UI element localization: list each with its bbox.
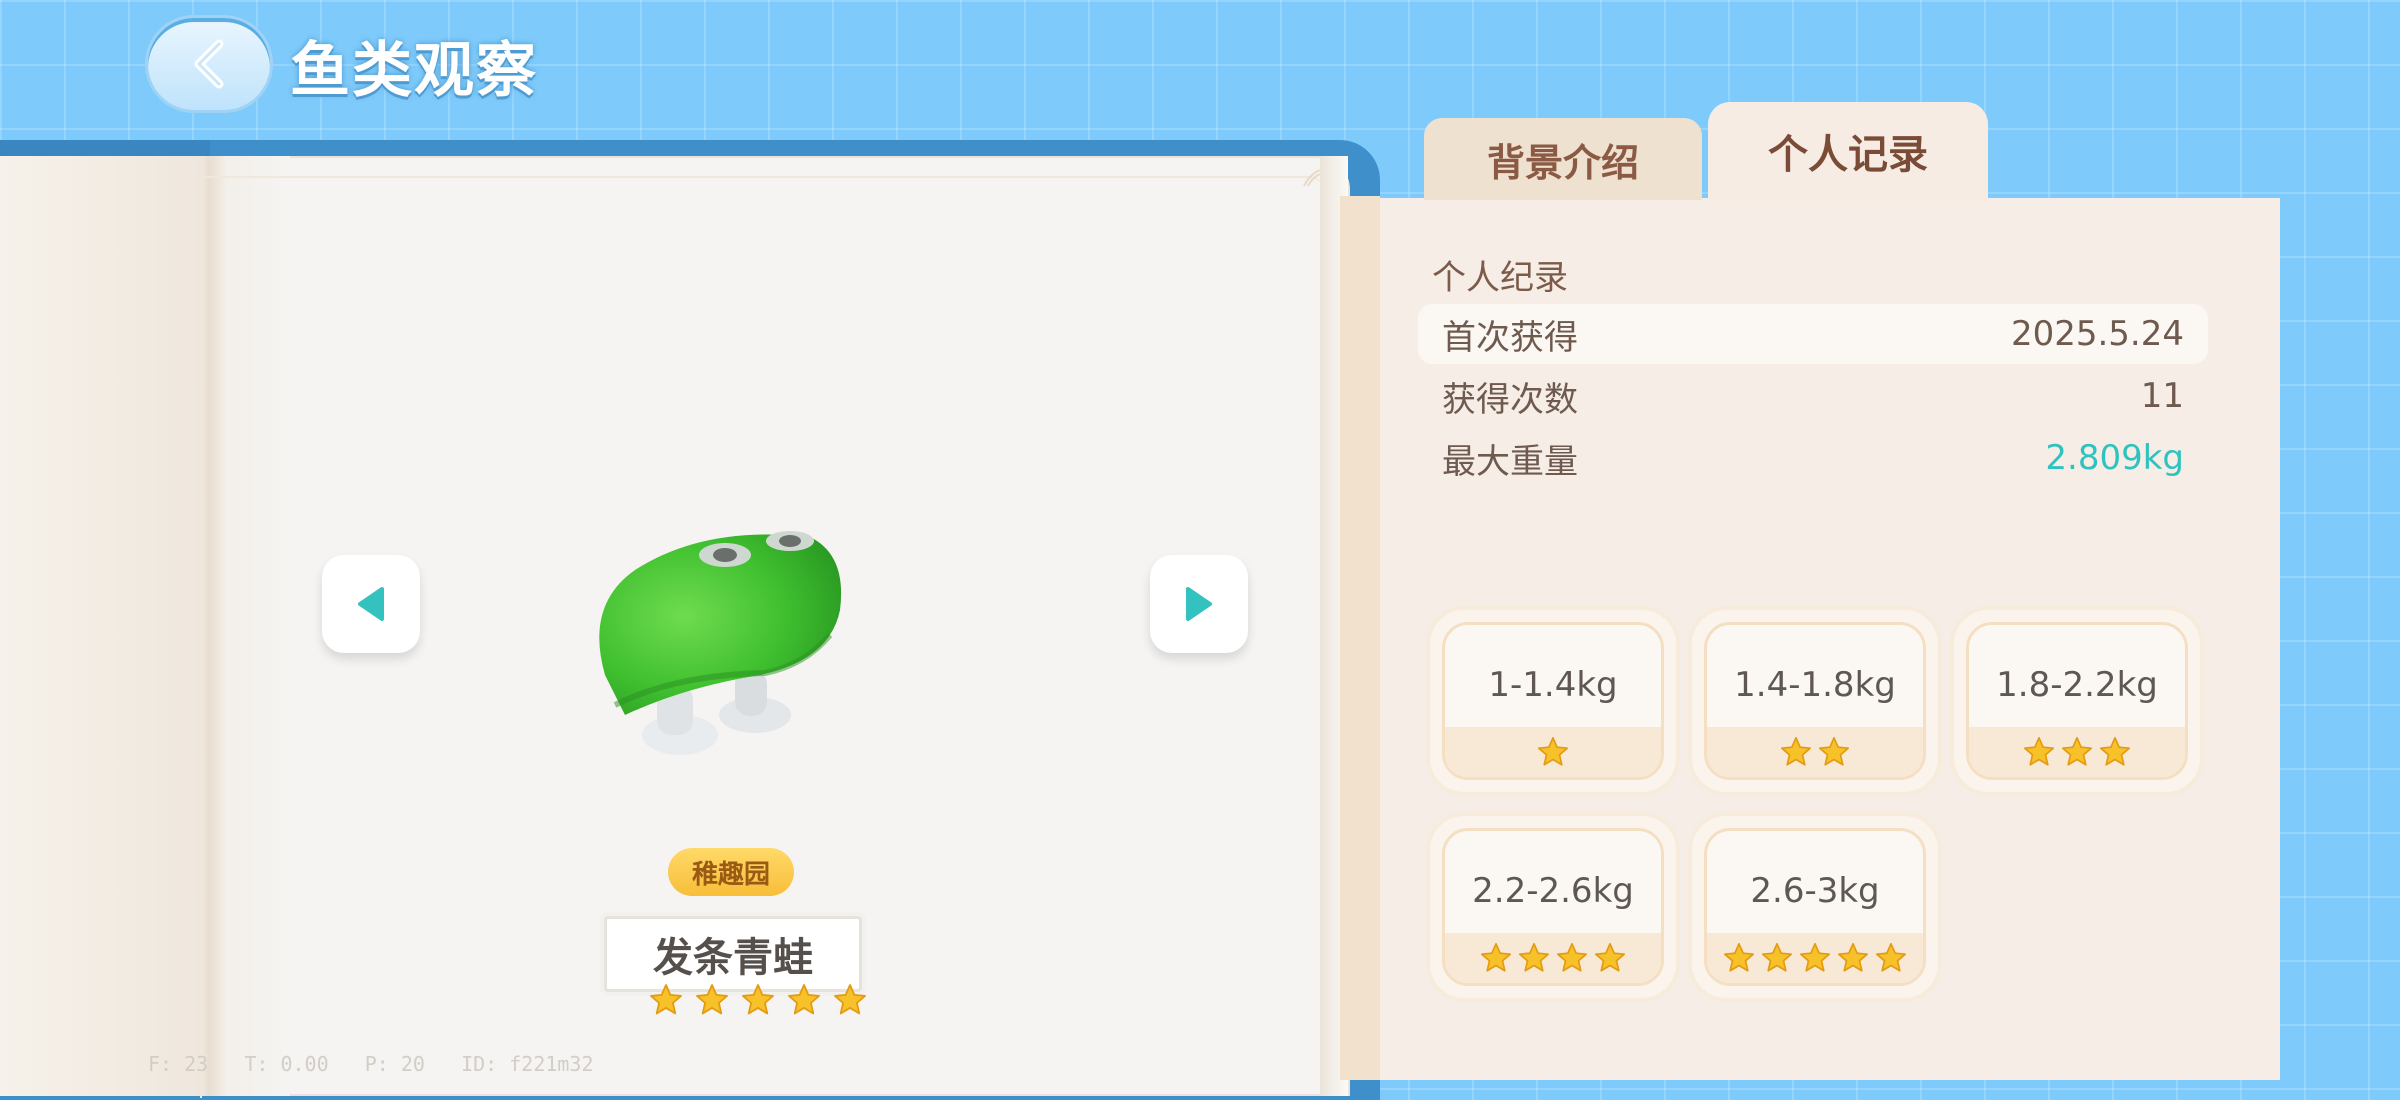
star-icon — [2099, 736, 2131, 766]
wind-up-frog-image — [599, 531, 842, 755]
star-icon — [1761, 942, 1793, 972]
fish-name: 发条青蛙 — [604, 916, 862, 992]
record-value: 2.809kg — [2045, 438, 2184, 478]
record-label: 首次获得 — [1442, 317, 1578, 358]
location-badge: 稚趣园 — [668, 848, 794, 896]
star-icon — [788, 984, 820, 1015]
record-label: 最大重量 — [1442, 441, 1578, 482]
star-icon — [1875, 942, 1907, 972]
triangle-left-icon — [358, 587, 384, 621]
weight-range-stars — [1445, 727, 1661, 777]
corner-flourish-icon — [1303, 169, 1321, 187]
record-value: 11 — [2140, 376, 2184, 416]
star-icon — [834, 984, 866, 1015]
weight-range-stars — [1707, 727, 1923, 777]
star-icon — [1837, 942, 1869, 972]
record-row-max-weight: 最大重量 2.809kg — [1418, 428, 2208, 488]
weight-range-label: 1-1.4kg — [1488, 665, 1618, 705]
star-icon — [1723, 942, 1755, 972]
star-icon — [1780, 736, 1812, 766]
star-icon — [1818, 736, 1850, 766]
record-row-first-obtained: 首次获得 2025.5.24 — [1418, 304, 2208, 364]
star-icon — [1480, 942, 1512, 972]
weight-range-card[interactable]: 2.2-2.6kg — [1430, 816, 1676, 998]
star-icon — [696, 984, 728, 1015]
star-icon — [1518, 942, 1550, 972]
weight-range-card[interactable]: 1-1.4kg — [1430, 610, 1676, 792]
star-icon — [2061, 736, 2093, 766]
star-icon — [1537, 736, 1569, 766]
record-label: 获得次数 — [1442, 379, 1578, 420]
weight-range-label: 2.2-2.6kg — [1472, 871, 1634, 911]
weight-range-card[interactable]: 1.4-1.8kg — [1692, 610, 1938, 792]
star-icon — [650, 984, 682, 1015]
weight-range-stars — [1969, 727, 2185, 777]
tab-personal-record[interactable]: 个人记录 — [1708, 102, 1988, 200]
chevron-left-icon — [194, 39, 224, 89]
star-icon — [1556, 942, 1588, 972]
record-value: 2025.5.24 — [2010, 314, 2184, 354]
panel-spine — [1340, 196, 1380, 1080]
page-title: 鱼类观察 — [290, 36, 538, 106]
star-icon — [742, 984, 774, 1015]
record-section-title: 个人纪录 — [1432, 258, 1568, 298]
record-row-obtain-count: 获得次数 11 — [1418, 366, 2208, 426]
weight-range-label: 1.8-2.2kg — [1996, 665, 2158, 705]
star-icon — [1799, 942, 1831, 972]
weight-range-card[interactable]: 2.6-3kg — [1692, 816, 1938, 998]
star-icon — [1594, 942, 1626, 972]
weight-range-label: 1.4-1.8kg — [1734, 665, 1896, 705]
weight-range-stars — [1707, 933, 1923, 983]
previous-fish-button[interactable] — [322, 555, 420, 653]
back-button[interactable] — [148, 18, 270, 110]
weight-range-stars — [1445, 933, 1661, 983]
weight-range-card[interactable]: 1.8-2.2kg — [1954, 610, 2200, 792]
tab-background-intro[interactable]: 背景介绍 — [1424, 118, 1702, 200]
star-icon — [2023, 736, 2055, 766]
weight-range-label: 2.6-3kg — [1750, 871, 1880, 911]
triangle-right-icon — [1186, 587, 1212, 621]
next-fish-button[interactable] — [1150, 555, 1248, 653]
debug-overlay: F: 23 T: 0.00 P: 20 ID: f221m32 — [148, 1052, 594, 1076]
fish-rarity-stars — [648, 982, 868, 1018]
